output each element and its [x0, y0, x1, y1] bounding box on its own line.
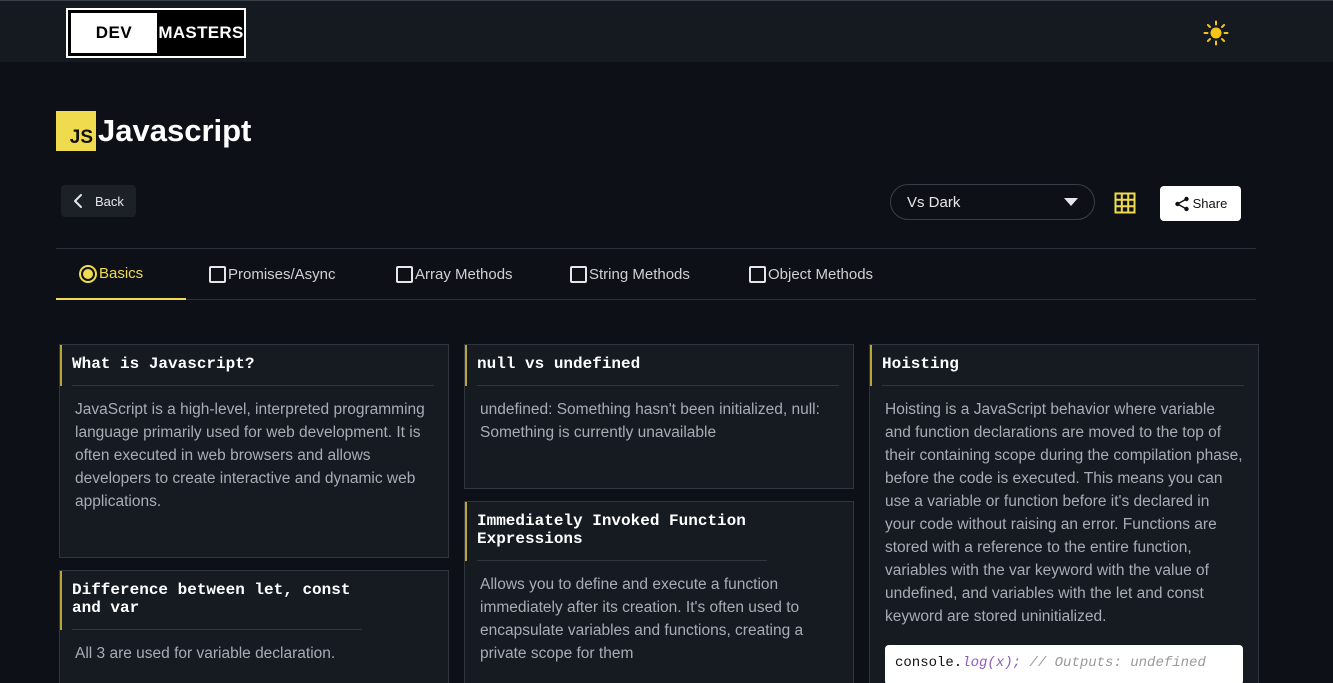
tab-object-methods[interactable]: Object Methods — [749, 249, 873, 300]
checkbox-icon — [396, 266, 413, 283]
logo-dev-text: DEV — [71, 13, 157, 53]
chevron-left-icon — [74, 194, 82, 208]
tab-label: Basics — [99, 265, 144, 282]
dev-masters-logo[interactable]: DEV MASTERS — [66, 8, 246, 58]
card-hoisting[interactable]: Hoisting Hoisting is a JavaScript behavi… — [869, 344, 1259, 683]
card-body: undefined: Something hasn't been initial… — [480, 401, 820, 441]
card-title: Immediately Invoked Function Expressions — [477, 512, 767, 561]
back-button[interactable]: Back — [61, 185, 136, 217]
card-body: JavaScript is a high-level, interpreted … — [75, 401, 425, 510]
tab-label: Promises/Async — [228, 266, 336, 283]
share-label: Share — [1192, 196, 1228, 211]
checkbox-icon — [570, 266, 587, 283]
code-object: console. — [895, 655, 963, 671]
topic-tabs: Basics Promises/Async Array Methods Stri… — [56, 248, 1256, 300]
tab-basics[interactable]: Basics — [56, 249, 186, 300]
radio-selected-icon — [79, 264, 97, 283]
card-let-const-var[interactable]: Difference between let, const and var Al… — [59, 570, 449, 683]
editor-theme-value: Vs Dark — [907, 193, 961, 211]
logo-masters-text: MASTERS — [158, 23, 244, 42]
code-comment: // Outputs: undefined — [1021, 655, 1206, 671]
javascript-logo-icon: JS — [56, 110, 96, 151]
card-body: Allows you to define and execute a funct… — [480, 576, 804, 662]
top-navbar: DEV MASTERS — [0, 0, 1333, 62]
card-null-vs-undefined[interactable]: null vs undefined undefined: Something h… — [464, 344, 854, 489]
card-title: Hoisting — [882, 355, 1244, 386]
checkbox-icon — [209, 266, 226, 283]
tab-label: Array Methods — [415, 266, 513, 283]
card-iife[interactable]: Immediately Invoked Function Expressions… — [464, 501, 854, 683]
card-title: What is Javascript? — [72, 355, 434, 386]
caret-down-icon — [1064, 198, 1078, 206]
share-button[interactable]: Share — [1160, 186, 1241, 221]
code-function: log(x); — [962, 655, 1022, 671]
checkbox-icon — [749, 266, 766, 283]
card-body: Hoisting is a JavaScript behavior where … — [885, 401, 1243, 625]
tab-array-methods[interactable]: Array Methods — [396, 249, 513, 300]
editor-theme-select[interactable]: Vs Dark — [890, 184, 1095, 220]
tab-promises-async[interactable]: Promises/Async — [209, 249, 336, 300]
card-title: null vs undefined — [477, 355, 839, 386]
page-title: Javascript — [98, 112, 252, 148]
card-title: Difference between let, const and var — [72, 581, 362, 630]
back-label: Back — [95, 193, 124, 209]
tab-string-methods[interactable]: String Methods — [570, 249, 690, 300]
card-what-is-javascript[interactable]: What is Javascript? JavaScript is a high… — [59, 344, 449, 558]
share-icon — [1174, 196, 1189, 211]
code-snippet: console.log(x); // Outputs: undefined — [885, 645, 1243, 683]
tab-label: String Methods — [589, 266, 690, 283]
grid-icon[interactable] — [1114, 192, 1136, 214]
sun-icon[interactable] — [1203, 20, 1229, 46]
page-heading: JS Javascript — [56, 110, 251, 151]
tab-label: Object Methods — [768, 266, 874, 283]
card-body: All 3 are used for variable declaration. — [75, 645, 336, 662]
